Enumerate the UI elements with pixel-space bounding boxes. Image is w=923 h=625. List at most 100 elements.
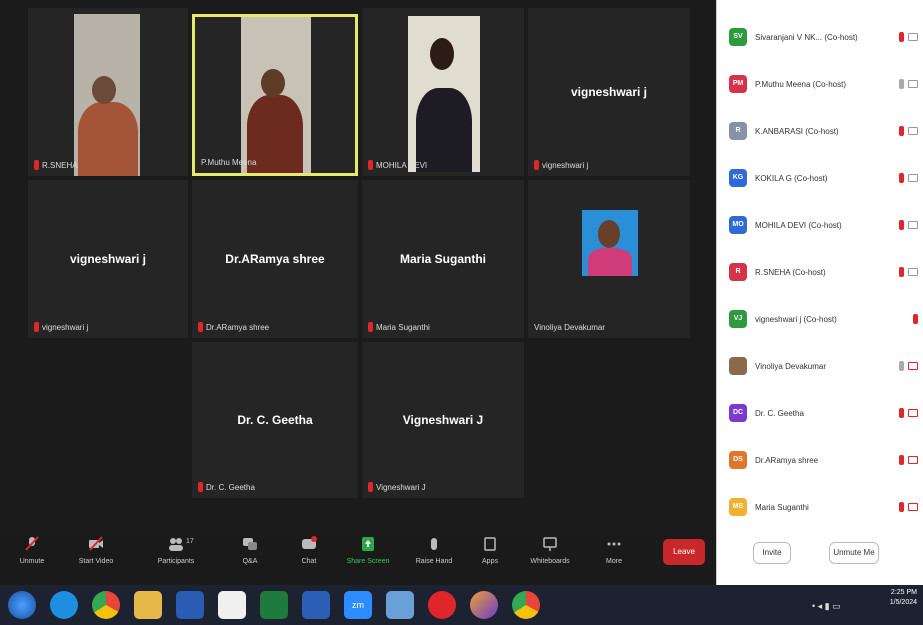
participant-status-icons — [899, 79, 918, 89]
opera-icon[interactable] — [428, 591, 456, 619]
apps-icon — [484, 537, 496, 551]
mic-status-icon — [899, 79, 904, 89]
participant-row[interactable]: SV Sivaranjani V NK... (Co-host) — [717, 17, 923, 57]
system-clock[interactable]: 2:25 PM 1/5/2024 — [890, 589, 917, 606]
participant-row[interactable]: MS Maria Suganthi — [717, 487, 923, 527]
participant-name: vigneshwari j (Co-host) — [755, 314, 837, 324]
mic-muted-icon — [25, 536, 39, 551]
video-tile[interactable]: Maria Suganthi Maria Suganthi — [362, 180, 524, 338]
participant-status-icons — [899, 408, 918, 418]
video-tile[interactable]: Vigneshwari J Vigneshwari J — [362, 342, 524, 498]
participant-status-icons — [899, 267, 918, 277]
participant-video — [408, 16, 480, 172]
participant-name: Maria Suganthi — [399, 252, 486, 266]
participant-row[interactable]: Vinoliya Devakumar — [717, 346, 923, 386]
avatar: SV — [729, 28, 747, 46]
firefox-icon[interactable] — [470, 591, 498, 619]
chrome-icon[interactable] — [512, 591, 540, 619]
participant-row[interactable]: MO MOHILA DEVI (Co-host) — [717, 205, 923, 245]
participant-name: Vinoliya Devakumar — [755, 361, 826, 371]
zoom-app-icon[interactable]: zm — [344, 591, 372, 619]
tile-nameplate: MOHILA DEVI — [368, 160, 427, 170]
start-button-icon[interactable] — [8, 591, 36, 619]
participant-row[interactable]: R K.ANBARASI (Co-host) — [717, 111, 923, 151]
mic-status-icon — [899, 220, 904, 230]
avatar: DC — [729, 404, 747, 422]
participant-name: vigneshwari j — [570, 85, 648, 99]
leave-button[interactable]: Leave — [663, 539, 705, 565]
avatar: R — [729, 263, 747, 281]
mic-status-icon — [899, 32, 904, 42]
participant-name: Vigneshwari J — [402, 413, 484, 427]
share-screen-button[interactable]: Share Screen — [344, 536, 392, 580]
participant-row[interactable]: PM P.Muthu Meena (Co-host) — [717, 64, 923, 104]
more-icon — [607, 542, 621, 546]
participant-name: vigneshwari j — [69, 252, 147, 266]
video-tile[interactable]: vigneshwari j vigneshwari j — [28, 180, 188, 338]
participants-button[interactable]: Participants 17 — [152, 536, 200, 580]
participant-name: Dr. C. Geetha — [237, 413, 313, 427]
chrome-icon[interactable] — [92, 591, 120, 619]
meeting-window: R.SNEHA P.Muthu Meena MOHILA DEVI vignes… — [0, 0, 716, 585]
participant-row[interactable]: KG KOKILA G (Co-host) — [717, 158, 923, 198]
tile-nameplate: vigneshwari j — [34, 322, 88, 332]
excel-icon[interactable] — [260, 591, 288, 619]
participant-row[interactable]: DC Dr. C. Geetha — [717, 393, 923, 433]
video-tile[interactable]: Dr. C. Geetha Dr. C. Geetha — [192, 342, 358, 498]
invite-button[interactable]: Invite — [753, 542, 791, 564]
tile-nameplate: Dr. C. Geetha — [198, 482, 255, 492]
avatar: MO — [729, 216, 747, 234]
unmute-button[interactable]: Unmute — [8, 536, 56, 580]
participants-icon — [169, 538, 183, 551]
tile-nameplate: vigneshwari j — [534, 160, 588, 170]
apps-button[interactable]: Apps — [466, 536, 514, 580]
unmute-me-button[interactable]: Unmute Me — [829, 542, 879, 564]
document-icon[interactable] — [218, 591, 246, 619]
camera-status-icon — [908, 409, 918, 417]
outlook-icon[interactable] — [176, 591, 204, 619]
tile-nameplate: Vinoliya Devakumar — [534, 323, 605, 332]
raise-hand-button[interactable]: Raise Hand — [410, 536, 458, 580]
mic-status-icon — [899, 173, 904, 183]
word-icon[interactable] — [302, 591, 330, 619]
qa-button[interactable]: Q&A — [226, 536, 274, 580]
hand-icon — [431, 538, 437, 550]
participant-video — [74, 14, 140, 176]
chat-button[interactable]: Chat — [285, 536, 333, 580]
participant-photo — [582, 210, 638, 276]
mic-status-icon — [899, 267, 904, 277]
video-tile-active-speaker[interactable]: P.Muthu Meena — [192, 14, 358, 176]
participant-name: P.Muthu Meena (Co-host) — [755, 79, 847, 89]
mic-status-icon — [899, 126, 904, 136]
participant-row[interactable]: R R.SNEHA (Co-host) — [717, 252, 923, 292]
video-tile[interactable]: vigneshwari j vigneshwari j — [528, 8, 690, 176]
file-explorer-icon[interactable] — [134, 591, 162, 619]
system-tray-icons[interactable]: • ◂ ▮ ▭ — [812, 601, 841, 612]
whiteboard-icon — [543, 537, 557, 551]
video-tile[interactable]: Vinoliya Devakumar — [528, 180, 690, 338]
participant-row[interactable]: DS Dr.ARamya shree — [717, 440, 923, 480]
paint-icon[interactable] — [386, 591, 414, 619]
camera-status-icon — [908, 268, 918, 276]
avatar: DS — [729, 451, 747, 469]
participants-count: 17 — [186, 538, 194, 545]
participant-status-icons — [899, 126, 918, 136]
participants-panel: SV Sivaranjani V NK... (Co-host) PM P.Muthu… — [716, 0, 923, 585]
participant-status-icons — [899, 220, 918, 230]
ie-icon[interactable] — [50, 591, 78, 619]
participant-status-icons — [899, 502, 918, 512]
mic-muted-icon — [34, 322, 39, 332]
video-tile[interactable]: Dr.ARamya shree Dr.ARamya shree — [192, 180, 358, 338]
more-button[interactable]: More — [590, 536, 638, 580]
video-tile[interactable]: R.SNEHA — [28, 8, 188, 176]
video-tile[interactable]: MOHILA DEVI — [362, 8, 524, 176]
avatar — [729, 357, 747, 375]
mic-muted-icon — [368, 482, 373, 492]
windows-taskbar: zm • ◂ ▮ ▭ 2:25 PM 1/5/2024 — [0, 585, 923, 625]
tile-nameplate: Dr.ARamya shree — [198, 322, 269, 332]
avatar: VJ — [729, 310, 747, 328]
participant-name: KOKILA G (Co-host) — [755, 173, 828, 183]
start-video-button[interactable]: Start Video — [72, 536, 120, 580]
whiteboards-button[interactable]: Whiteboards — [526, 536, 574, 580]
participant-row[interactable]: VJ vigneshwari j (Co-host) — [717, 299, 923, 339]
